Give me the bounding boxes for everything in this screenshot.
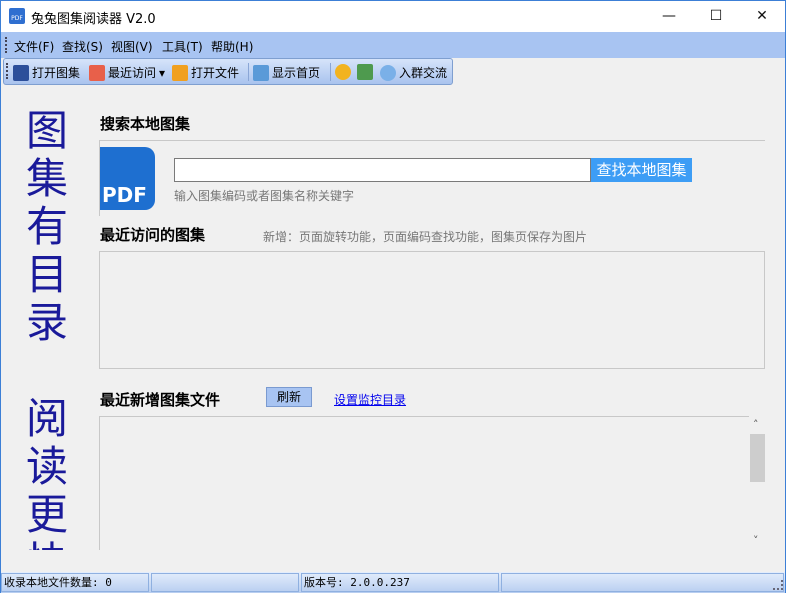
pdf-logo: PDF bbox=[100, 147, 155, 210]
menu-view[interactable]: 视图(V) bbox=[111, 38, 153, 55]
recent-button[interactable]: 最近访问 ▾ bbox=[89, 64, 165, 81]
feature-notice: 新增：页面旋转功能，页面编码查找功能，图集页保存为图片 bbox=[263, 230, 588, 244]
separator bbox=[330, 63, 331, 81]
home-icon bbox=[253, 64, 269, 81]
menu-tools[interactable]: 工具(T) bbox=[162, 38, 203, 55]
resize-grip-icon[interactable] bbox=[773, 580, 783, 590]
chevron-down-icon: ▾ bbox=[159, 65, 166, 80]
new-button[interactable] bbox=[335, 64, 351, 80]
new-badge-icon bbox=[335, 64, 351, 80]
status-empty bbox=[151, 573, 299, 592]
join-group-button[interactable]: 入群交流 bbox=[380, 64, 447, 81]
refresh-button[interactable]: 刷新 bbox=[266, 387, 312, 407]
new-files-list[interactable] bbox=[99, 416, 749, 550]
clock-icon bbox=[89, 64, 105, 81]
menu-help[interactable]: 帮助(H) bbox=[211, 38, 253, 55]
side-text-top: 图集有目录 bbox=[25, 106, 68, 347]
recent-albums-list[interactable] bbox=[99, 251, 765, 369]
recent-heading: 最近访问的图集 bbox=[100, 226, 206, 244]
maximize-button[interactable]: ☐ bbox=[693, 1, 739, 32]
check-button[interactable] bbox=[357, 64, 373, 80]
search-heading: 搜索本地图集 bbox=[100, 115, 191, 133]
search-input[interactable] bbox=[174, 158, 591, 182]
status-version: 版本号: 2.0.0.237 bbox=[301, 573, 499, 592]
search-local-button[interactable]: 查找本地图集 bbox=[591, 158, 692, 182]
menu-bar: 文件(F) 查找(S) 视图(V) 工具(T) 帮助(H) bbox=[1, 32, 785, 58]
toolbar: 打开图集 最近访问 ▾ 打开文件 显示首页 入群交流 bbox=[3, 58, 453, 85]
new-files-heading: 最近新增图集文件 bbox=[100, 391, 221, 409]
folder-icon bbox=[172, 64, 188, 81]
open-file-button[interactable]: 打开文件 bbox=[172, 64, 239, 81]
search-icon bbox=[13, 64, 29, 81]
minimize-button[interactable]: — bbox=[646, 1, 692, 32]
search-panel: PDF 查找本地图集 输入图集编码或者图集名称关键字 bbox=[99, 140, 765, 216]
separator bbox=[248, 63, 249, 81]
qq-icon bbox=[380, 64, 396, 81]
set-monitor-dir-link[interactable]: 设置监控目录 bbox=[334, 391, 406, 408]
close-button[interactable]: ✕ bbox=[739, 1, 785, 32]
grip-handle[interactable] bbox=[6, 63, 9, 79]
scrollbar-thumb[interactable] bbox=[750, 434, 765, 482]
home-button[interactable]: 显示首页 bbox=[253, 64, 320, 81]
monitor-check-icon bbox=[357, 64, 373, 80]
title-bar: PDF 兔兔图集阅读器 V2.0 — ☐ ✕ bbox=[1, 1, 785, 32]
search-hint: 输入图集编码或者图集名称关键字 bbox=[174, 189, 355, 203]
grip-handle[interactable] bbox=[5, 37, 8, 53]
window-title: 兔兔图集阅读器 V2.0 bbox=[31, 12, 156, 27]
side-text-bottom: 阅读更快 bbox=[25, 395, 68, 550]
scroll-down-arrow[interactable]: ˅ bbox=[753, 534, 759, 547]
app-icon: PDF bbox=[9, 8, 25, 24]
scrollbar[interactable]: ˄ ˅ bbox=[749, 416, 766, 550]
status-empty bbox=[501, 573, 784, 592]
menu-file[interactable]: 文件(F) bbox=[14, 38, 54, 55]
open-album-button[interactable]: 打开图集 bbox=[13, 64, 80, 81]
menu-search[interactable]: 查找(S) bbox=[62, 38, 103, 55]
status-file-count: 收录本地文件数量: 0 bbox=[1, 573, 149, 592]
status-bar: 收录本地文件数量: 0 版本号: 2.0.0.237 bbox=[1, 572, 785, 593]
scroll-up-arrow[interactable]: ˄ bbox=[753, 418, 759, 431]
